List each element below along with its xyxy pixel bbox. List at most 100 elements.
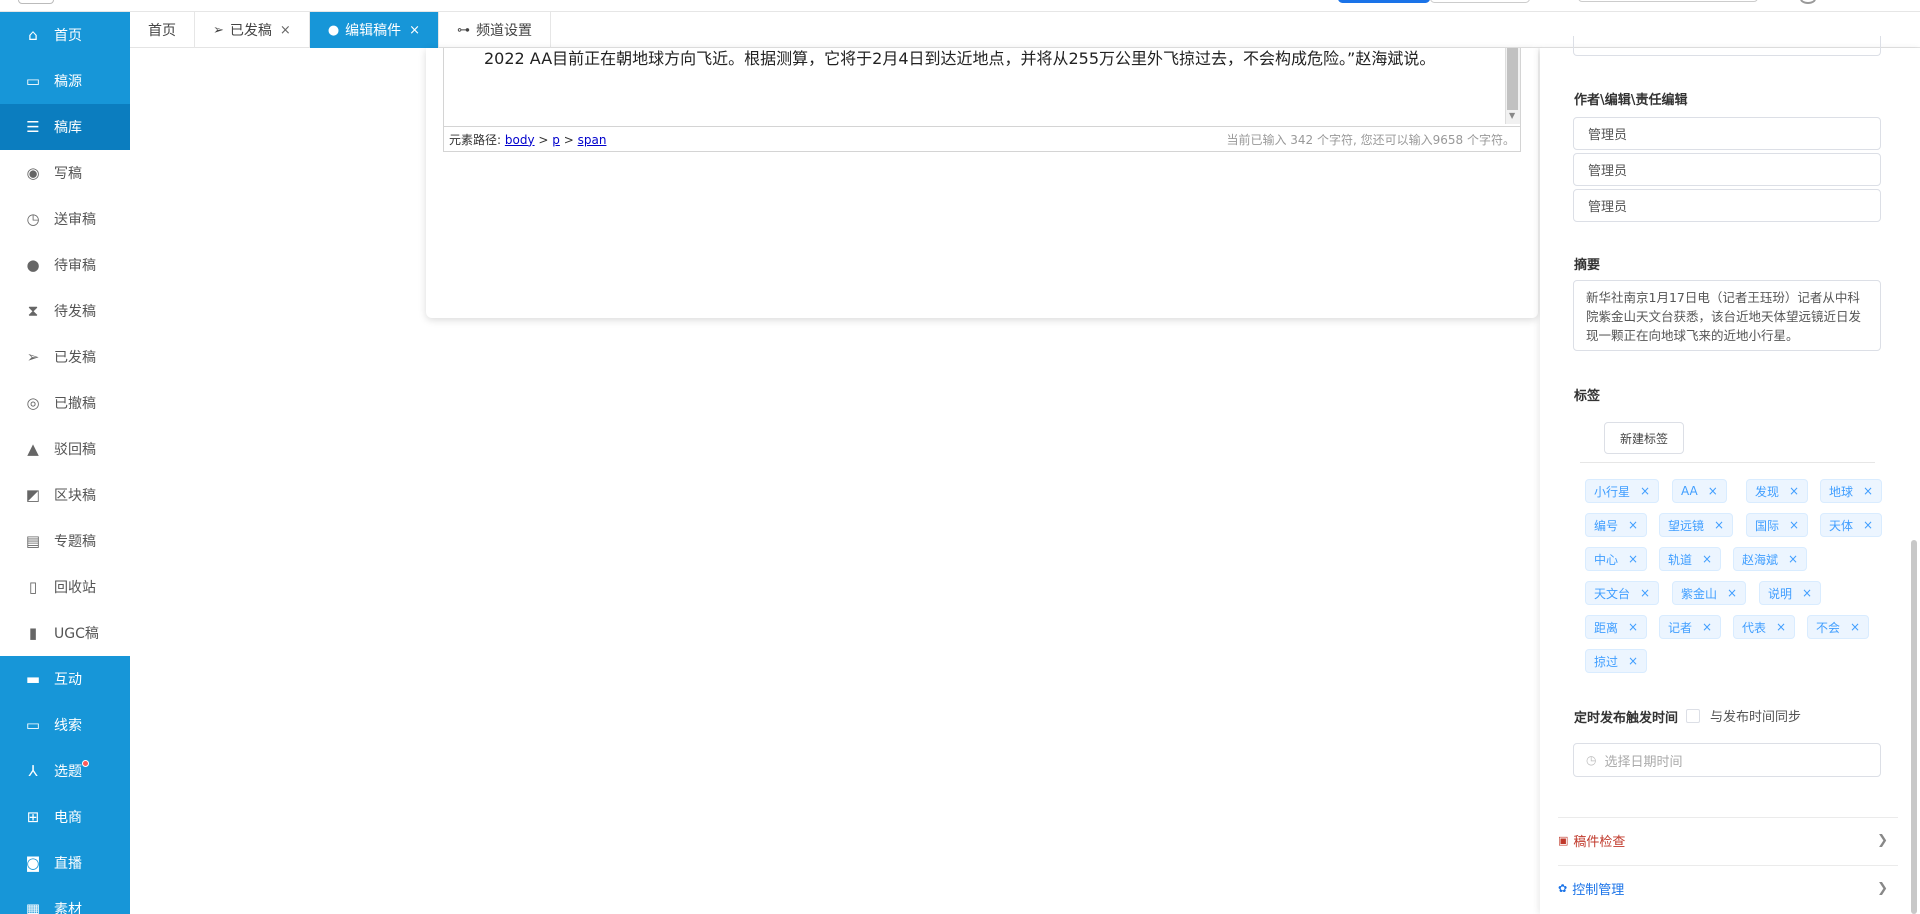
control-management-section[interactable]: ✿ 控制管理 ❯ [1558, 865, 1898, 911]
tag-chip[interactable]: 代表 × [1733, 615, 1796, 639]
top-search-input[interactable] [1578, 0, 1758, 2]
close-icon[interactable]: × [409, 23, 420, 38]
close-icon[interactable]: × [1628, 552, 1638, 566]
tag-chip[interactable]: 掠过 × [1585, 649, 1648, 673]
close-icon[interactable]: × [1628, 654, 1638, 668]
editor-input[interactable]: 管理员 [1573, 153, 1881, 186]
tag-chip[interactable]: AA × [1672, 479, 1727, 503]
top-button[interactable] [18, 0, 54, 4]
tab[interactable]: 首页 [130, 12, 195, 48]
sidebar-item[interactable]: ◎ 已撤稿 [0, 380, 130, 426]
tab[interactable]: ⊶ 频道设置 [439, 12, 552, 48]
close-icon[interactable]: × [1863, 484, 1873, 498]
sidebar-item[interactable]: ⌂ 首页 [0, 12, 130, 58]
close-icon[interactable]: × [1776, 620, 1786, 634]
sidebar-item[interactable]: ▤ 专题稿 [0, 518, 130, 564]
tag-chip[interactable]: 记者 × [1659, 615, 1722, 639]
close-icon[interactable]: × [1863, 518, 1873, 532]
sidebar-item[interactable]: ▬ 互动 [0, 656, 130, 702]
close-icon[interactable]: × [1702, 552, 1712, 566]
sidebar-item[interactable]: ⅄ 选题 [0, 748, 130, 794]
tag-chip[interactable]: 望远镜 × [1659, 513, 1734, 537]
sidebar-item[interactable]: ▲ 驳回稿 [0, 426, 130, 472]
tag-label: 掠过 [1594, 654, 1619, 669]
close-icon[interactable]: × [1640, 586, 1650, 600]
close-icon[interactable]: × [1708, 484, 1718, 498]
sidebar-item[interactable]: ➢ 已发稿 [0, 334, 130, 380]
close-icon[interactable]: × [1628, 518, 1638, 532]
tag-chip[interactable]: 发现 × [1746, 479, 1809, 503]
sidebar-item[interactable]: ▦ 素材 [0, 886, 130, 914]
sidebar-item[interactable]: ▯ 回收站 [0, 564, 130, 610]
sidebar-item[interactable]: ⊞ 电商 [0, 794, 130, 840]
tab-icon: ● [327, 22, 340, 38]
sync-checkbox[interactable] [1686, 708, 1700, 723]
sync-checkbox-row[interactable]: 与发布时间同步 [1686, 706, 1801, 725]
sidebar-item[interactable]: ▭ 线索 [0, 702, 130, 748]
sidebar-item[interactable]: ▭ 稿源 [0, 58, 130, 104]
tag-chip[interactable]: 轨道 × [1659, 547, 1722, 571]
sidebar-item[interactable]: ⧗ 待发稿 [0, 288, 130, 334]
sidebar-item[interactable]: ● 待审稿 [0, 242, 130, 288]
editor-scrollbar-thumb[interactable] [1507, 48, 1518, 110]
path-link-body[interactable]: body [505, 133, 535, 147]
sidebar-item[interactable]: ☰ 稿库 [0, 104, 130, 150]
close-icon[interactable]: × [1850, 620, 1860, 634]
sidebar-item[interactable]: ▮ UGC稿 [0, 610, 130, 656]
summary-textarea[interactable]: 新华社南京1月17日电（记者王珏玢）记者从中科院紫金山天文台获悉，该台近地天体望… [1573, 280, 1881, 351]
user-avatar-icon[interactable] [1800, 0, 1816, 4]
close-icon[interactable]: × [1727, 586, 1737, 600]
image-icon: ▦ [25, 900, 41, 914]
tag-label: 中心 [1594, 552, 1619, 567]
tag-chip[interactable]: 地球 × [1820, 479, 1883, 503]
close-icon[interactable]: × [1702, 620, 1712, 634]
tag-chip[interactable]: 天文台 × [1585, 581, 1660, 605]
sidebar-item-label: 线索 [54, 718, 82, 734]
panel-scrollbar-thumb[interactable] [1911, 540, 1917, 914]
sidebar-item[interactable]: ◙ 直播 [0, 840, 130, 886]
tag-chip[interactable]: 小行星 × [1585, 479, 1660, 503]
path-link-span[interactable]: span [578, 133, 607, 147]
tag-chip[interactable]: 紫金山 × [1672, 581, 1747, 605]
tag-label: 编号 [1594, 518, 1619, 533]
chief-editor-input[interactable]: 管理员 [1573, 189, 1881, 222]
sidebar-item-label: 回收站 [54, 580, 96, 596]
close-icon[interactable]: × [1640, 484, 1650, 498]
sidebar-item-label: 驳回稿 [54, 442, 96, 458]
close-icon[interactable]: × [1789, 484, 1799, 498]
top-secondary-button[interactable] [1430, 0, 1530, 3]
close-icon[interactable]: × [280, 23, 291, 38]
tag-chip[interactable]: 天体 × [1820, 513, 1883, 537]
home-icon: ⌂ [28, 26, 38, 44]
datetime-picker-input[interactable]: ◷ 选择日期时间 [1573, 743, 1881, 777]
scroll-down-arrow-icon[interactable]: ▼ [1509, 111, 1515, 120]
previous-field-input[interactable] [1573, 36, 1881, 56]
close-icon[interactable]: × [1714, 518, 1724, 532]
sidebar-item[interactable]: ◩ 区块稿 [0, 472, 130, 518]
tab[interactable]: ● 编辑稿件 × [309, 12, 440, 48]
sidebar-item[interactable]: ◷ 送审稿 [0, 196, 130, 242]
tag-chip[interactable]: 距离 × [1585, 615, 1648, 639]
manuscript-check-section[interactable]: ▣ 稿件检查 ❯ [1558, 817, 1898, 863]
tag-chip[interactable]: 赵海斌 × [1733, 547, 1808, 571]
close-icon[interactable]: × [1628, 620, 1638, 634]
sidebar-item[interactable]: ◉ 写稿 [0, 150, 130, 196]
close-icon[interactable]: × [1802, 586, 1812, 600]
tag-chip[interactable]: 中心 × [1585, 547, 1648, 571]
close-icon[interactable]: × [1789, 518, 1799, 532]
top-primary-button[interactable] [1338, 0, 1430, 3]
author-input[interactable]: 管理员 [1573, 117, 1881, 150]
close-icon[interactable]: × [1788, 552, 1798, 566]
path-link-p[interactable]: p [552, 133, 560, 147]
tag-chip[interactable]: 国际 × [1746, 513, 1809, 537]
tab[interactable]: ➢ 已发稿 × [195, 12, 310, 48]
tag-chip[interactable]: 说明 × [1759, 581, 1822, 605]
editor-paragraph[interactable]: 2022 AA目前正在朝地球方向飞近。根据测算，它将于2月4日到达近地点，并将从… [452, 48, 1492, 74]
chat-icon: ▬ [25, 670, 41, 688]
tag-chip[interactable]: 不会 × [1807, 615, 1870, 639]
sidebar-item-label: 写稿 [54, 166, 82, 182]
new-tag-button[interactable]: 新建标签 [1604, 422, 1684, 454]
tag-chip[interactable]: 编号 × [1585, 513, 1648, 537]
gear-icon: ✿ [1558, 882, 1568, 895]
tag-label: 不会 [1816, 620, 1841, 635]
